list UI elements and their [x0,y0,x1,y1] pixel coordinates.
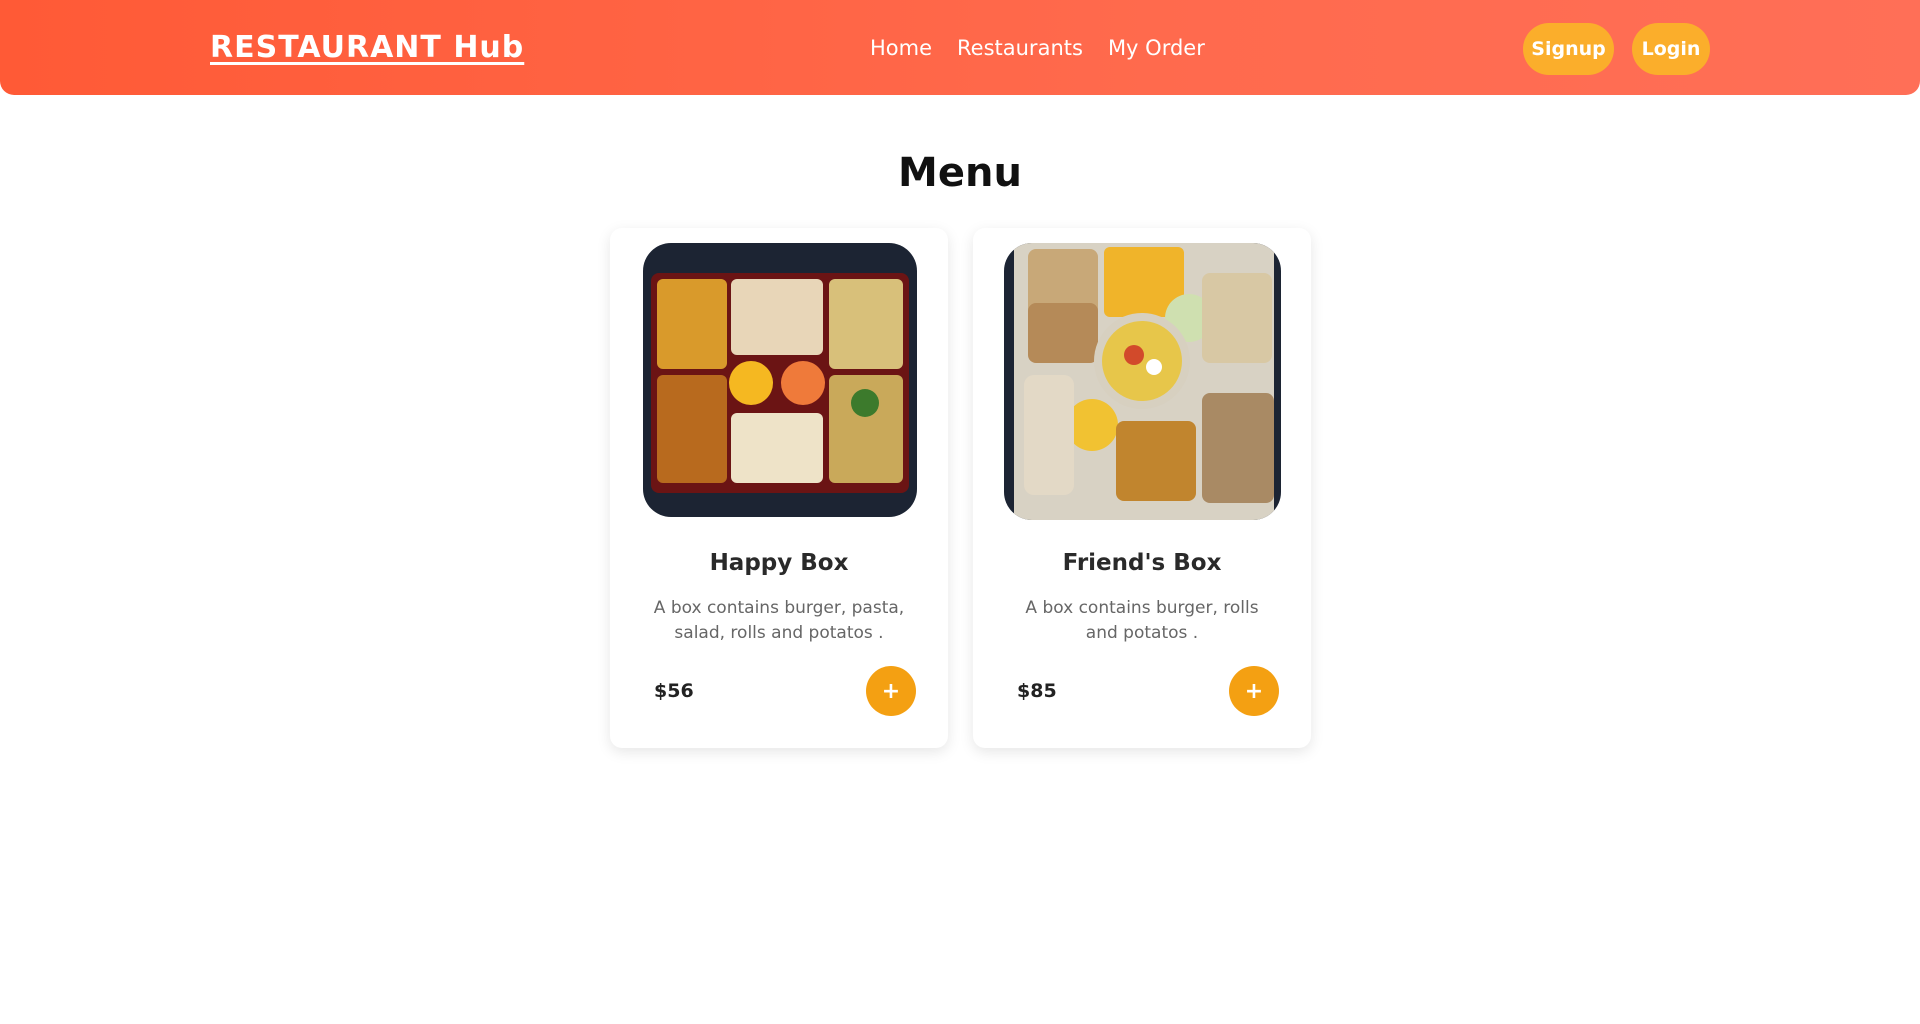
signup-button[interactable]: Signup [1523,23,1614,75]
nav-home-link[interactable]: Home [870,36,932,60]
friends-box-photo [1004,243,1281,520]
main-nav: Home Restaurants My Order [870,36,1205,60]
menu-item-card: Happy Box A box contains burger, pasta, … [610,228,948,748]
add-to-order-button[interactable]: + [866,666,916,716]
item-name: Friend's Box [1062,550,1222,576]
menu-item-card: Friend's Box A box contains burger, roll… [973,228,1311,748]
food-image [1004,243,1281,520]
page-title: Menu [898,150,1022,196]
nav-my-order-link[interactable]: My Order [1108,36,1205,60]
brand-logo-link[interactable]: RESTAURANT Hub [210,30,524,65]
item-description: A box contains burger, rolls and potatos… [1025,598,1259,643]
item-description: A box contains burger, pasta, salad, rol… [653,598,905,643]
add-to-order-button[interactable]: + [1229,666,1279,716]
item-price: $85 [1017,680,1057,702]
food-image [643,243,917,517]
item-price: $56 [654,680,694,702]
item-name: Happy Box [709,550,849,576]
happy-box-photo [643,243,917,517]
top-navbar: RESTAURANT Hub Home Restaurants My Order… [0,0,1920,95]
nav-restaurants-link[interactable]: Restaurants [957,36,1083,60]
login-button[interactable]: Login [1632,23,1710,75]
